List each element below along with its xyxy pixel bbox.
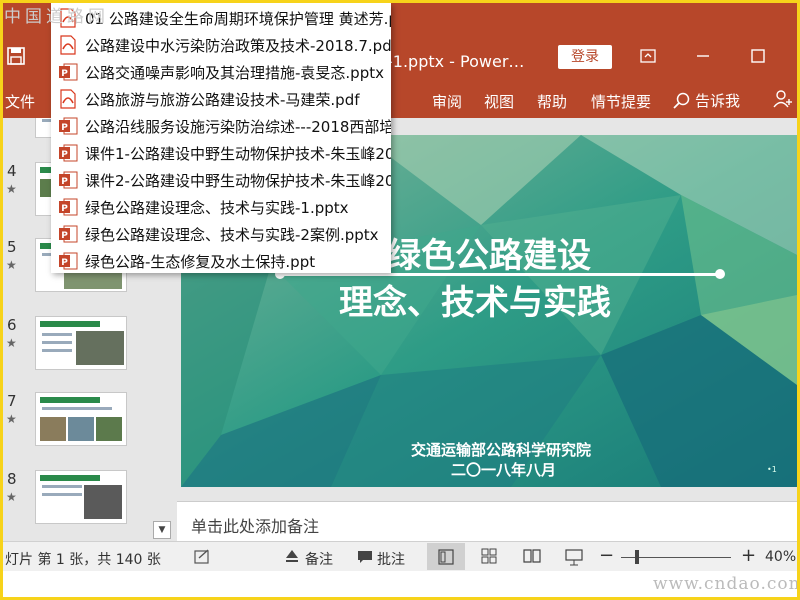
powerpoint-window: 践-1.pptx - Power… 登录 文件 放映 审阅 视图 帮助 情节提要… (3, 3, 797, 597)
footer-strip: www.cndao.com (3, 571, 797, 597)
slide-title-line1: 绿色公路建设 (387, 236, 591, 276)
pptx-file-icon: P (59, 144, 78, 162)
slide-page-marker: •1 (767, 465, 777, 474)
tab-review[interactable]: 审阅 (432, 91, 462, 112)
svg-text:P: P (61, 150, 68, 160)
normal-view-icon (438, 549, 454, 565)
comments-toggle[interactable]: 批注 (377, 549, 405, 569)
thumbnail-image (35, 470, 127, 524)
notes-pane[interactable]: 单击此处添加备注 (177, 501, 797, 541)
recent-file-item[interactable]: P 公路沿线服务设施污染防治综述---2018西部培 (51, 113, 391, 140)
recent-file-item[interactable]: 公路建设中水污染防治政策及技术-2018.7.pdf (51, 32, 391, 59)
thumbnail-number: 6 (7, 316, 17, 334)
maximize-icon[interactable] (746, 47, 770, 69)
normal-view-button[interactable] (427, 543, 465, 570)
zoom-in-button[interactable]: + (741, 545, 756, 566)
divider-dot-right (715, 269, 725, 279)
recent-file-name: 绿色公路建设理念、技术与实践-2案例.pptx (85, 226, 379, 244)
lightbulb-search-icon (673, 92, 690, 109)
notes-placeholder: 单击此处添加备注 (191, 517, 320, 536)
minimize-icon[interactable] (691, 47, 715, 69)
tell-me-search[interactable]: 告诉我 (673, 90, 740, 111)
pptx-file-icon: P (59, 117, 78, 135)
recent-file-name: 绿色公路建设理念、技术与实践-1.pptx (85, 199, 349, 217)
recent-file-item[interactable]: 公路旅游与旅游公路建设技术-马建荣.pdf (51, 86, 391, 113)
slide-sorter-icon[interactable] (481, 548, 497, 564)
recent-file-name: 公路旅游与旅游公路建设技术-马建荣.pdf (85, 91, 360, 109)
thumbnail-slide-8[interactable]: 8 ★ (3, 470, 177, 540)
svg-text:P: P (61, 204, 68, 214)
recent-file-item[interactable]: P 绿色公路建设理念、技术与实践-1.pptx (51, 194, 391, 221)
thumbnail-number: 5 (7, 238, 17, 256)
pptx-file-icon: P (59, 63, 78, 81)
thumbnail-slide-7[interactable]: 7 ★ (3, 392, 177, 462)
animation-star-icon: ★ (6, 182, 17, 196)
status-bar: 灯片 第 1 张，共 140 张 备注 批注 − + 40% (3, 541, 797, 571)
zoom-slider-thumb[interactable] (635, 550, 639, 564)
recent-file-name: 公路交通噪声影响及其治理措施-袁旻忞.pptx (85, 64, 384, 82)
recent-file-item[interactable]: P 绿色公路建设理念、技术与实践-2案例.pptx (51, 221, 391, 248)
recent-file-name: 01 公路建设全生命周期环境保护管理 黄述芳.p (85, 10, 391, 28)
animation-star-icon: ★ (6, 412, 17, 426)
slideshow-view-icon[interactable] (565, 548, 583, 566)
pptx-file-icon: P (59, 171, 78, 189)
animation-star-icon: ★ (6, 490, 17, 504)
spelling-check-icon[interactable] (193, 548, 211, 566)
thumbnail-number: 4 (7, 162, 17, 180)
pdf-file-icon (60, 89, 76, 109)
tab-view[interactable]: 视图 (484, 91, 514, 112)
slide-count: 灯片 第 1 张，共 140 张 (5, 552, 161, 568)
watermark-url: www.cndao.com (653, 574, 797, 594)
tab-file[interactable]: 文件 (5, 91, 35, 112)
recent-files-popup: 01 公路建设全生命周期环境保护管理 黄述芳.p 公路建设中水污染防治政策及技术… (51, 3, 391, 273)
thumbnail-image (35, 316, 127, 370)
animation-star-icon: ★ (6, 336, 17, 350)
tell-me-label: 告诉我 (695, 92, 741, 110)
recent-file-item[interactable]: P 课件1-公路建设中野生动物保护技术-朱玉峰20 (51, 140, 391, 167)
recent-file-name: 课件1-公路建设中野生动物保护技术-朱玉峰20 (85, 145, 391, 163)
thumbnail-slide-6[interactable]: 6 ★ (3, 316, 177, 386)
thumbnail-image (35, 392, 127, 446)
ribbon-display-options-icon[interactable] (636, 47, 660, 69)
recent-file-name: 公路沿线服务设施污染防治综述---2018西部培 (85, 118, 391, 136)
comment-icon (358, 551, 372, 563)
save-icon[interactable] (7, 47, 25, 65)
slide-date: 二〇一八年八月 (451, 461, 557, 479)
zoom-out-button[interactable]: − (599, 545, 614, 566)
notes-icon (286, 550, 298, 562)
tab-storyboarding[interactable]: 情节提要 (591, 91, 651, 112)
reading-view-icon[interactable] (523, 548, 541, 564)
zoom-level[interactable]: 40% (765, 549, 796, 565)
recent-file-item[interactable]: P 绿色公路-生态修复及水土保持.ppt (51, 248, 391, 273)
notes-toggle[interactable]: 备注 (305, 549, 333, 569)
animation-star-icon: ★ (6, 258, 17, 272)
svg-text:P: P (61, 177, 68, 187)
pdf-file-icon (60, 35, 76, 55)
recent-file-name: 公路建设中水污染防治政策及技术-2018.7.pdf (85, 37, 391, 55)
recent-file-item[interactable]: P 课件2-公路建设中野生动物保护技术-朱玉峰20 (51, 167, 391, 194)
pptx-file-icon: P (59, 252, 78, 270)
scroll-down-arrow-icon[interactable]: ▼ (153, 521, 171, 539)
svg-text:P: P (61, 231, 68, 241)
tab-help[interactable]: 帮助 (537, 91, 567, 112)
watermark-logo: 中国道路网 (4, 7, 109, 27)
pptx-file-icon: P (59, 198, 78, 216)
svg-text:P: P (61, 69, 68, 79)
thumbnail-number: 7 (7, 392, 17, 410)
slide-organization: 交通运输部公路科学研究院 (411, 441, 592, 459)
slide-title-line2: 理念、技术与实践 (339, 283, 611, 323)
recent-file-item[interactable]: P 公路交通噪声影响及其治理措施-袁旻忞.pptx (51, 59, 391, 86)
recent-file-name: 绿色公路-生态修复及水土保持.ppt (85, 253, 316, 271)
share-person-icon[interactable] (773, 90, 793, 108)
svg-text:P: P (61, 123, 68, 133)
login-button[interactable]: 登录 (558, 45, 612, 69)
window-title: 践-1.pptx - Power… (371, 52, 525, 71)
recent-file-name: 课件2-公路建设中野生动物保护技术-朱玉峰20 (85, 172, 391, 190)
thumbnail-number: 8 (7, 470, 17, 488)
svg-text:P: P (61, 258, 68, 268)
pptx-file-icon: P (59, 225, 78, 243)
